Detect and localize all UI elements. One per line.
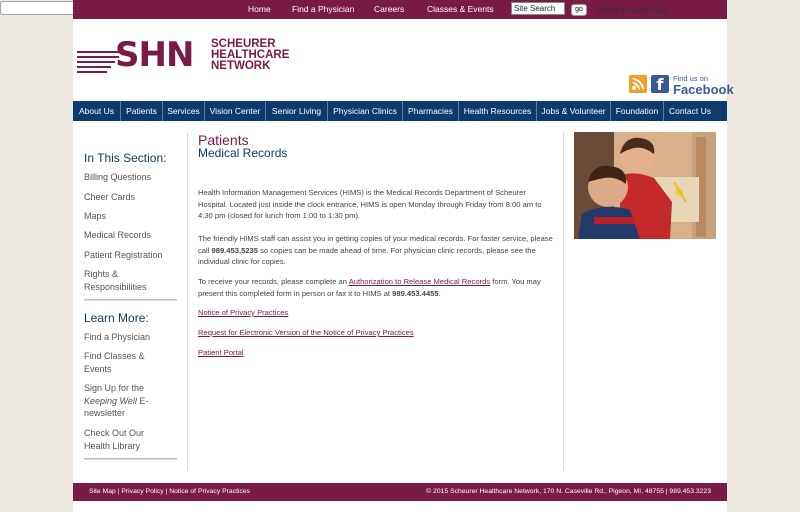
footer-links: Site Map | Privacy Policy | Notice of Pr… [89, 488, 251, 495]
right-column-divider [563, 133, 564, 470]
sidebar-link-billing[interactable]: Billing Questions [84, 171, 176, 184]
site-search-input[interactable]: Site Search [511, 2, 565, 15]
learn-more-heading: Learn More: [84, 311, 149, 325]
sidebar-link-medical-records[interactable]: Medical Records [84, 229, 176, 242]
footer-link-privacy-policy[interactable]: Privacy Policy [121, 488, 163, 495]
sidebar-link-patient-registration[interactable]: Patient Registration [84, 249, 176, 262]
top-link-find-physician[interactable]: Find a Physician [292, 4, 354, 14]
search-go-button[interactable]: go [571, 4, 587, 16]
sidebar-link-maps[interactable]: Maps [84, 210, 176, 223]
sidebar-divider-bottom [84, 458, 177, 460]
nav-jobs-volunteer[interactable]: Jobs & Volunteer [537, 101, 611, 121]
children-playing-photo [574, 132, 716, 239]
nav-pharmacies[interactable]: Pharmacies [403, 101, 459, 121]
sidebar-link-newsletter[interactable]: Sign Up for the Keeping Well E-newsletter [84, 382, 178, 420]
shn-logo[interactable]: SHN SCHEURER HEALTHCARE NETWORK [77, 35, 297, 75]
sidebar-link-rights[interactable]: Rights & Responsibilities [84, 268, 164, 293]
footer-copyright: © 2015 Scheurer Healthcare Network, 170 … [426, 488, 711, 495]
top-link-careers[interactable]: Careers [374, 4, 404, 14]
sidebar-link-cheer-cards[interactable]: Cheer Cards [84, 191, 176, 204]
nav-foundation[interactable]: Foundation [611, 101, 664, 121]
facebook-icon[interactable]: f [651, 75, 669, 94]
sidebar-link-find-physician[interactable]: Find a Physician [84, 331, 176, 344]
nav-vision-center[interactable]: Vision Center [205, 101, 266, 121]
nav-senior-living[interactable]: Senior Living [266, 101, 328, 121]
privacy-practices-link[interactable]: Notice of Privacy Practices [198, 308, 288, 317]
logo-line-3: NETWORK [211, 60, 271, 72]
left-column-divider [187, 133, 188, 470]
footer-link-notice-privacy[interactable]: Notice of Privacy Practices [169, 488, 250, 495]
health-topic-select[interactable]: Select a health topic [596, 6, 668, 15]
patient-portal-link[interactable]: Patient Portal [198, 348, 244, 357]
nav-services[interactable]: Services [163, 101, 205, 121]
nav-patients[interactable]: Patients [121, 101, 163, 121]
paragraph-copies: The friendly HIMS staff can assist you i… [198, 234, 553, 266]
sidebar-divider [84, 299, 177, 301]
sidebar-link-health-library[interactable]: Check Out Our Health Library [84, 427, 164, 452]
facebook-link[interactable]: Find us on Facebook [673, 75, 734, 97]
nav-contact-us[interactable]: Contact Us [664, 101, 716, 121]
logo-letters: SHN [115, 35, 194, 75]
authorization-form-link[interactable]: Authorization to Release Medical Records [349, 277, 490, 286]
paragraph-intro: Health Information Management Services (… [198, 188, 542, 220]
fax-number: 989.453.4455 [392, 288, 439, 298]
newsletter-text-2: Keeping Well [84, 395, 137, 406]
top-link-classes-events[interactable]: Classes & Events [427, 4, 494, 14]
footer: Site Map | Privacy Policy | Notice of Pr… [73, 483, 727, 501]
footer-link-site-map[interactable]: Site Map [89, 488, 116, 495]
electronic-privacy-link[interactable]: Request for Electronic Version of the No… [198, 328, 414, 337]
page-subtitle: Medical Records [198, 146, 288, 160]
logo-wordmark: SCHEURER HEALTHCARE NETWORK [211, 38, 289, 72]
in-section-heading: In This Section: [84, 151, 167, 165]
rss-icon[interactable] [629, 75, 647, 93]
nav-physician-clinics[interactable]: Physician Clinics [328, 101, 403, 121]
sidebar-link-find-classes[interactable]: Find Classes & Events [84, 350, 162, 375]
facebook-big-text: Facebook [673, 82, 734, 97]
newsletter-text-1: Sign Up for the [84, 383, 145, 393]
nav-health-resources[interactable]: Health Resources [459, 101, 537, 121]
paragraph-authorization: To receive your records, please complete… [198, 277, 541, 298]
top-link-home[interactable]: Home [248, 4, 271, 14]
nav-about-us[interactable]: About Us [73, 101, 121, 121]
page-body: SHN SCHEURER HEALTHCARE NETWORK f Find u… [73, 19, 734, 512]
main-nav: About Us Patients Services Vision Center… [73, 101, 727, 121]
phone-number: 989.453.5235 [211, 245, 258, 255]
